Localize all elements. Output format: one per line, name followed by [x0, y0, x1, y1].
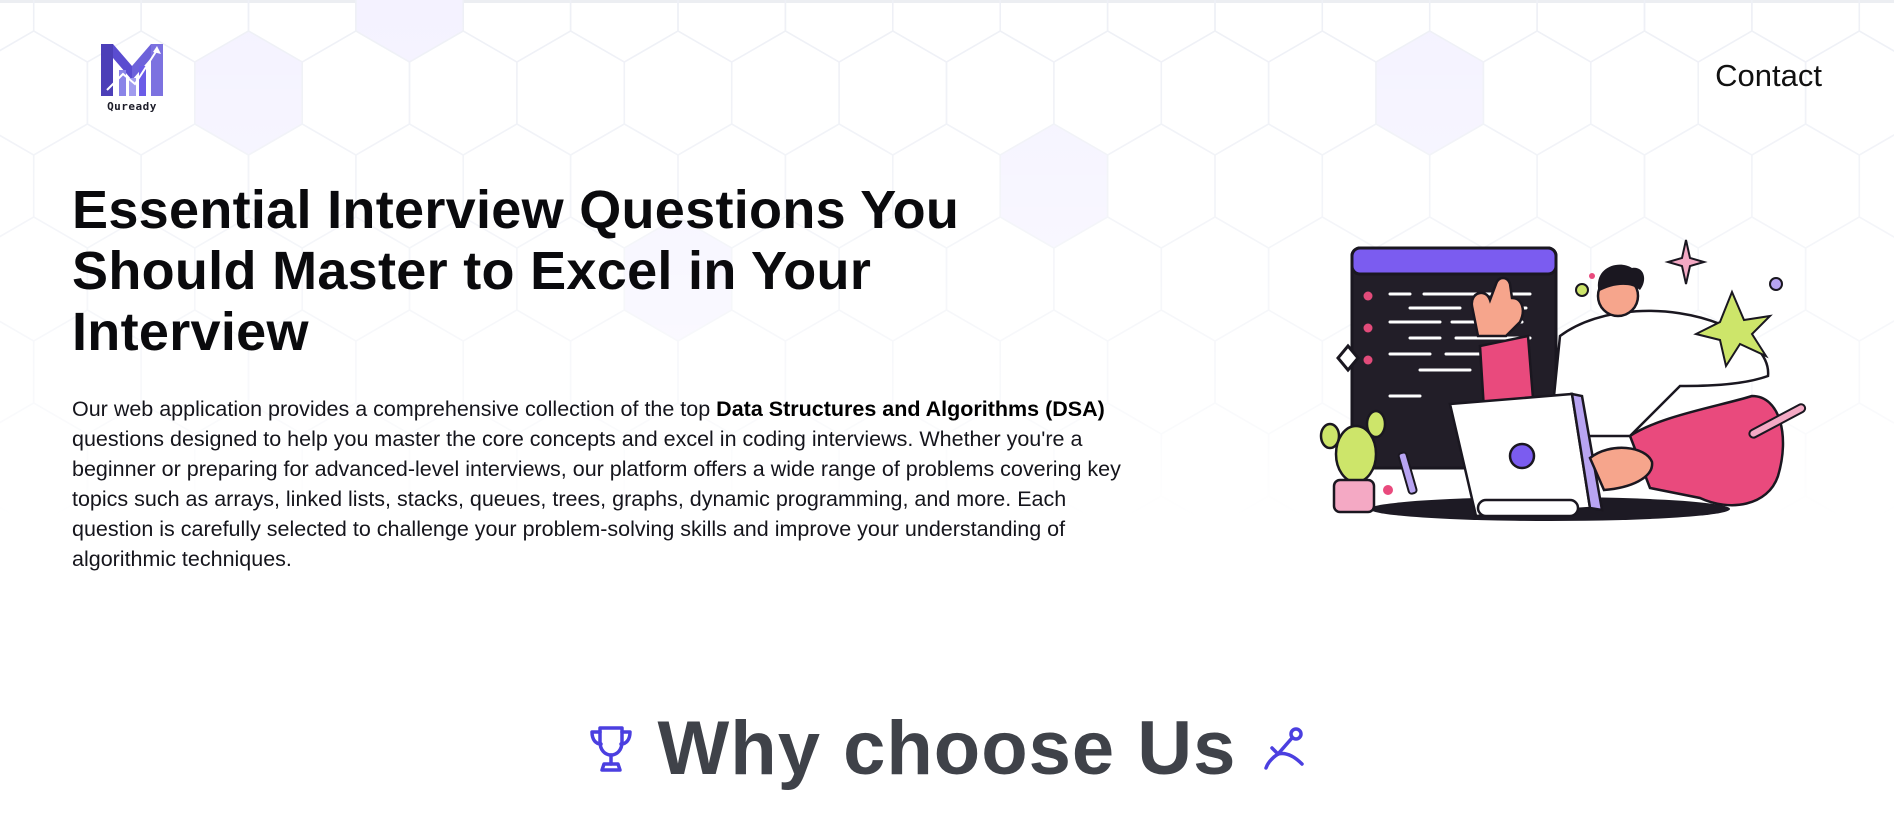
trophy-icon	[586, 721, 636, 777]
hero-title: Essential Interview Questions You Should…	[72, 180, 960, 362]
nav-contact-link[interactable]: Contact	[1715, 58, 1822, 94]
brand-logo[interactable]: Quready	[96, 40, 168, 113]
hero-description-rest: questions designed to help you master th…	[72, 427, 1121, 571]
section-title: Why choose Us	[657, 706, 1237, 791]
developer-at-laptop-illustration	[1319, 239, 1807, 521]
m-bars-logo-icon	[101, 44, 163, 96]
brand-name: Quready	[107, 100, 157, 113]
hero-description: Our web application provides a comprehen…	[72, 394, 1132, 574]
hero-description-highlight: Data Structures and Algorithms (DSA)	[716, 397, 1105, 421]
why-choose-us-heading: Why choose Us	[0, 704, 1894, 794]
graph-nodes-icon	[1258, 721, 1308, 777]
hero-description-intro: Our web application provides a comprehen…	[72, 397, 717, 421]
